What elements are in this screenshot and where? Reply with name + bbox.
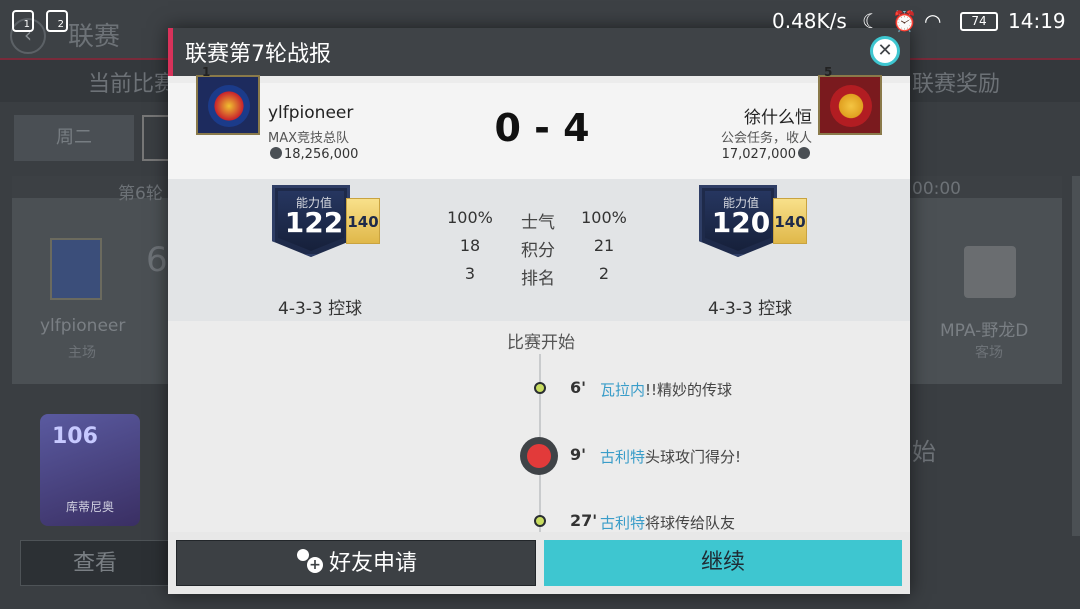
player-rating: 106 xyxy=(52,424,98,449)
away-potential: 140 xyxy=(773,198,807,244)
sim2-icon: 2 xyxy=(46,10,68,32)
home-team-value: 18,256,000 xyxy=(268,147,358,162)
home-points: 18 xyxy=(459,236,481,255)
event-dot-icon xyxy=(534,382,546,394)
event-text: 瓦拉内!!精妙的传球 xyxy=(600,379,732,400)
team-crest-icon xyxy=(50,238,102,300)
coin-icon xyxy=(798,147,810,159)
away-morale: 100% xyxy=(581,208,627,227)
event-player[interactable]: 瓦拉内 xyxy=(600,381,645,399)
side-strip xyxy=(1072,176,1080,536)
alarm-icon: ⏰ xyxy=(892,9,917,33)
clock: 14:19 xyxy=(1008,9,1066,33)
day-selector[interactable]: 周二 xyxy=(14,115,134,161)
coin-icon xyxy=(270,147,282,159)
event-minute: 9' xyxy=(570,445,587,464)
away-team-name: 徐什么恒 xyxy=(744,108,812,128)
event-minute: 6' xyxy=(570,378,587,397)
player-name: 库蒂尼奥 xyxy=(66,500,115,514)
morale-label: 士气 xyxy=(521,213,555,233)
right-time: 00:00 xyxy=(912,179,961,199)
event-text: 古利特头球攻门得分! xyxy=(600,446,741,467)
continue-button[interactable]: 继续 xyxy=(544,540,902,586)
moon-icon: ☾ xyxy=(862,9,880,33)
home-team-subtitle: MAX竞技总队 xyxy=(268,131,350,146)
goal-icon xyxy=(520,437,558,475)
away-ranking: 2 xyxy=(598,264,610,283)
away-overall: 120 xyxy=(711,206,771,239)
friend-request-button[interactable]: 好友申请 xyxy=(176,540,536,586)
day-selector-next[interactable] xyxy=(142,115,168,161)
event-desc: 将球传给队友 xyxy=(645,514,736,532)
home-morale: 100% xyxy=(447,208,493,227)
network-speed: 0.48K/s xyxy=(772,9,847,33)
timeline-start: 比赛开始 xyxy=(507,333,575,353)
event-text: 古利特将球传给队友 xyxy=(600,512,735,533)
background-text: 始 xyxy=(912,438,936,466)
away-team-value: 17,027,000 xyxy=(652,147,812,162)
home-overall: 122 xyxy=(284,206,344,239)
sim1-icon: 1 xyxy=(12,10,34,32)
home-value-text: 18,256,000 xyxy=(284,147,359,162)
left-score: 6 xyxy=(146,240,168,280)
barcelona-crest-icon xyxy=(208,85,250,127)
wifi-icon: ◠ xyxy=(924,9,942,33)
event-player[interactable]: 古利特 xyxy=(600,514,645,532)
view-button[interactable]: 查看 xyxy=(20,540,170,586)
ranking-label: 排名 xyxy=(521,269,555,289)
away-team-subtitle: 公会任务，收人 xyxy=(720,131,812,146)
away-formation: 4-3-3 控球 xyxy=(708,299,793,319)
left-team-role: 主场 xyxy=(68,345,96,361)
home-crest-icon: 1 xyxy=(196,65,260,135)
points-label: 积分 xyxy=(521,241,555,261)
tab-league-rewards[interactable]: 联赛奖励 xyxy=(912,66,1000,98)
status-bar: 1 2 0.48K/s ☾ ⏰ ◠ 74 14:19 xyxy=(0,0,1080,42)
away-points: 21 xyxy=(593,236,615,255)
friend-request-label: 好友申请 xyxy=(328,551,417,576)
match-report-dialog: 联赛第7轮战报 ✕ 1 ylfpioneer MAX竞技总队 18,256,00… xyxy=(168,28,910,594)
away-value-text: 17,027,000 xyxy=(721,147,796,162)
round-label: 第6轮 xyxy=(118,184,163,204)
left-team-name: ylfpioneer xyxy=(40,316,126,336)
right-team-name: MPA-野龙D xyxy=(940,321,1029,341)
home-potential: 140 xyxy=(346,198,380,244)
away-rank: 5 xyxy=(824,65,833,79)
opponent-crest-icon xyxy=(964,246,1016,298)
event-desc: 头球攻门得分! xyxy=(645,448,742,466)
tab-current-match[interactable]: 当前比赛 xyxy=(88,66,176,98)
away-crest-icon: 5 xyxy=(818,65,882,135)
match-score: 0 - 4 xyxy=(494,106,590,150)
event-minute: 27' xyxy=(570,511,598,530)
battery-icon: 74 xyxy=(960,12,998,31)
home-team-name: ylfpioneer xyxy=(268,103,354,123)
home-ranking: 3 xyxy=(464,264,476,283)
home-rank: 1 xyxy=(202,65,211,79)
event-dot-icon xyxy=(534,515,546,527)
home-formation: 4-3-3 控球 xyxy=(278,299,363,319)
event-desc: !!精妙的传球 xyxy=(645,381,733,399)
right-team-role: 客场 xyxy=(975,345,1003,361)
add-friend-icon xyxy=(295,549,323,575)
guangzhou-crest-icon xyxy=(830,85,872,127)
event-player[interactable]: 古利特 xyxy=(600,448,645,466)
